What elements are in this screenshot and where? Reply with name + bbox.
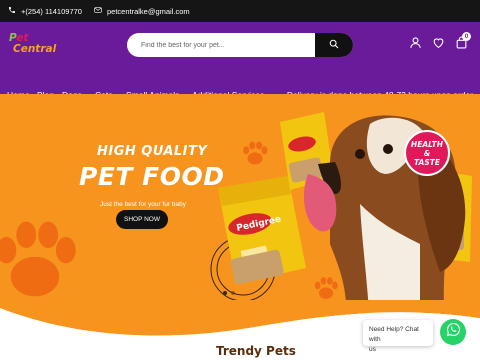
- search-button[interactable]: [315, 33, 353, 57]
- cart-count-badge: 0: [462, 32, 471, 41]
- site-header: Pet Central 0 Home Blog Dogs⌄ Cats⌄ Smal…: [0, 22, 480, 100]
- beagle-dog-image: [303, 115, 466, 330]
- account-button[interactable]: [409, 36, 422, 54]
- phone-contact[interactable]: +(254) 114109770: [8, 0, 82, 22]
- hero-headline-small: HIGH QUALITY: [97, 144, 208, 159]
- trendy-pets-logo[interactable]: Trendy Pets: [216, 344, 296, 358]
- site-logo[interactable]: Pet Central: [9, 32, 61, 58]
- whatsapp-icon: [446, 322, 461, 342]
- heart-icon: [432, 36, 445, 53]
- mail-icon: [94, 6, 102, 16]
- health-taste-sticker: HEALTH & TASTE: [404, 130, 450, 176]
- hero-headline-large: PET FOOD: [79, 162, 225, 191]
- email-contact[interactable]: petcentralke@gmail.com: [94, 0, 190, 22]
- hero-subtitle: Just the best for your fur baby: [100, 201, 186, 208]
- search-input[interactable]: [141, 37, 309, 53]
- top-bar: +(254) 114109770 petcentralke@gmail.com: [0, 0, 480, 22]
- phone-icon: [8, 6, 16, 16]
- hero-banner: Pedigree HEALTH & TASTE HIGH QUALITY PET…: [0, 94, 480, 330]
- wishlist-button[interactable]: [432, 36, 445, 54]
- search-icon: [329, 36, 339, 54]
- user-icon: [409, 36, 422, 53]
- logo-line-2: Central: [13, 43, 57, 55]
- chat-prompt[interactable]: Need Help? Chat with us: [363, 320, 433, 353]
- email-address: petcentralke@gmail.com: [107, 6, 190, 16]
- paw-print-icon: [0, 221, 76, 297]
- paw-print-icon: [243, 141, 268, 165]
- shop-now-button[interactable]: SHOP NOW: [116, 210, 168, 229]
- slider-dots[interactable]: [222, 290, 236, 296]
- whatsapp-chat-button[interactable]: [440, 319, 466, 345]
- search-bar: [127, 33, 353, 57]
- phone-number: +(254) 114109770: [21, 6, 82, 16]
- cart-button[interactable]: 0: [455, 32, 471, 54]
